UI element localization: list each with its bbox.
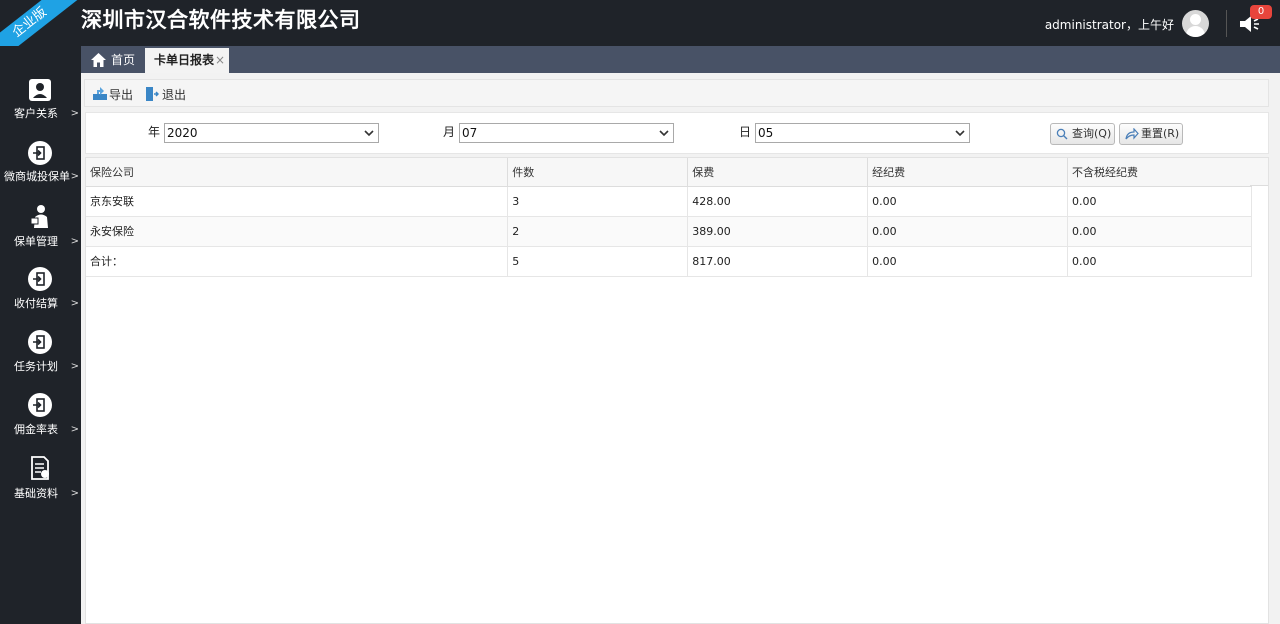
sidebar-item-label: 佣金率表 (14, 423, 58, 436)
sidebar-item-label: 保单管理 (14, 235, 58, 248)
logout-circle-icon (28, 141, 52, 165)
sidebar: 客户关系 > 微商城投保单 > 保单管理 > 收付结算 > 任务计划 > 佣金率… (0, 46, 81, 624)
table-header-row: 保险公司 件数 保费 经纪费 不含税经纪费 (86, 158, 1252, 187)
document-icon (31, 456, 49, 480)
cell-count: 3 (507, 186, 689, 217)
report-grid: 保险公司 件数 保费 经纪费 不含税经纪费 京东安联 3 428.00 0.00… (85, 157, 1269, 624)
query-label: 查询(Q) (1072, 127, 1112, 140)
sidebar-item-label: 收付结算 (14, 297, 58, 310)
chevron-right-icon: > (70, 488, 79, 499)
day-label: 日 (739, 125, 752, 139)
cell-insurer: 京东安联 (86, 186, 509, 217)
home-icon (91, 53, 106, 67)
sidebar-item-label: 客户关系 (14, 107, 58, 120)
cell-brokerage-ex-tax: 0.00 (1067, 246, 1252, 277)
toolbar: 导出 退出 (84, 79, 1269, 107)
chevron-right-icon: > (70, 361, 79, 372)
agent-person-icon (30, 205, 48, 228)
close-icon[interactable]: × (215, 48, 225, 73)
column-header-insurer[interactable]: 保险公司 (86, 158, 509, 187)
reset-label: 重置(R) (1141, 127, 1180, 140)
chevron-down-icon (659, 130, 669, 137)
user-greeting: administrator，上午好 (1044, 18, 1174, 32)
sidebar-item-customer[interactable]: 客户关系 > (0, 78, 81, 138)
month-value: 07 (462, 126, 478, 140)
cell-premium: 389.00 (687, 216, 869, 247)
avatar[interactable] (1182, 10, 1209, 37)
query-button[interactable]: 查询(Q) (1050, 123, 1115, 145)
cell-premium: 817.00 (687, 246, 869, 277)
user-card-icon (29, 79, 51, 101)
export-icon (93, 87, 107, 100)
day-select[interactable]: 05 (755, 123, 970, 143)
chevron-right-icon: > (70, 108, 79, 119)
chevron-right-icon: > (70, 424, 79, 435)
year-value: 2020 (167, 126, 198, 140)
logout-circle-icon (28, 267, 52, 291)
sidebar-item-commission-rate[interactable]: 佣金率表 > (0, 393, 81, 453)
year-select[interactable]: 2020 (164, 123, 379, 143)
filter-panel: 年 2020 月 07 日 05 查询(Q) 重置(R) (85, 112, 1269, 154)
chevron-down-icon (955, 130, 965, 137)
cell-brokerage-ex-tax: 0.00 (1067, 186, 1252, 217)
column-header-brokerage-ex-tax[interactable]: 不含税经纪费 (1067, 158, 1252, 187)
tab-label: 卡单日报表 (154, 53, 215, 67)
chevron-down-icon (364, 130, 374, 137)
column-header-brokerage[interactable]: 经纪费 (867, 158, 1069, 187)
sidebar-item-settlement[interactable]: 收付结算 > (0, 267, 81, 327)
cell-count: 2 (507, 216, 689, 247)
logout-circle-icon (28, 330, 52, 354)
exit-label: 退出 (162, 88, 187, 102)
tab-bar: 首页 卡单日报表 × (81, 46, 1280, 73)
tab-home[interactable]: 首页 (87, 48, 145, 73)
cell-insurer: 永安保险 (86, 216, 509, 247)
tab-label: 首页 (111, 53, 136, 67)
month-select[interactable]: 07 (459, 123, 674, 143)
chevron-right-icon: > (70, 298, 79, 309)
search-icon (1056, 128, 1068, 140)
sidebar-item-basic-data[interactable]: 基础资料 > (0, 456, 81, 516)
year-label: 年 (148, 125, 161, 139)
table-total-row[interactable]: 合计： 5 817.00 0.00 0.00 (86, 246, 1252, 277)
cell-premium: 428.00 (687, 186, 869, 217)
table-row[interactable]: 京东安联 3 428.00 0.00 0.00 (86, 186, 1252, 217)
reset-button[interactable]: 重置(R) (1119, 123, 1183, 145)
grid-scrollbar-header (1250, 158, 1268, 186)
sidebar-item-label: 任务计划 (14, 360, 58, 373)
table-row[interactable]: 永安保险 2 389.00 0.00 0.00 (86, 216, 1252, 247)
tab-card-daily-report[interactable]: 卡单日报表 × (145, 48, 229, 73)
export-label: 导出 (109, 88, 134, 102)
company-title: 深圳市汉合软件技术有限公司 (81, 8, 361, 32)
exit-icon (146, 87, 159, 101)
sidebar-item-task-plan[interactable]: 任务计划 > (0, 330, 81, 390)
month-label: 月 (443, 125, 456, 139)
top-header: 企业版 深圳市汉合软件技术有限公司 administrator，上午好 0 (0, 0, 1280, 65)
redo-arrow-icon (1125, 128, 1139, 140)
column-header-premium[interactable]: 保费 (687, 158, 869, 187)
cell-brokerage-ex-tax: 0.00 (1067, 216, 1252, 247)
column-header-count[interactable]: 件数 (507, 158, 689, 187)
cell-insurer: 合计： (86, 246, 509, 277)
main-content: 导出 退出 年 2020 月 07 日 05 查询(Q) 重置(R) 保险公司 … (81, 73, 1280, 624)
cell-count: 5 (507, 246, 689, 277)
sidebar-item-label: 基础资料 (14, 487, 58, 500)
cell-brokerage: 0.00 (867, 186, 1069, 217)
logout-circle-icon (28, 393, 52, 417)
report-table: 保险公司 件数 保费 经纪费 不含税经纪费 京东安联 3 428.00 0.00… (86, 158, 1252, 277)
notification-badge[interactable]: 0 (1250, 5, 1272, 19)
day-value: 05 (758, 126, 774, 140)
cell-brokerage: 0.00 (867, 216, 1069, 247)
sidebar-item-policy-mgmt[interactable]: 保单管理 > (0, 204, 81, 264)
sidebar-item-label: 微商城投保单 (4, 170, 70, 183)
cell-brokerage: 0.00 (867, 246, 1069, 277)
sidebar-item-mall-policy[interactable]: 微商城投保单 > (0, 141, 81, 201)
chevron-right-icon: > (70, 171, 79, 182)
chevron-right-icon: > (70, 236, 79, 247)
header-divider (1226, 10, 1227, 37)
